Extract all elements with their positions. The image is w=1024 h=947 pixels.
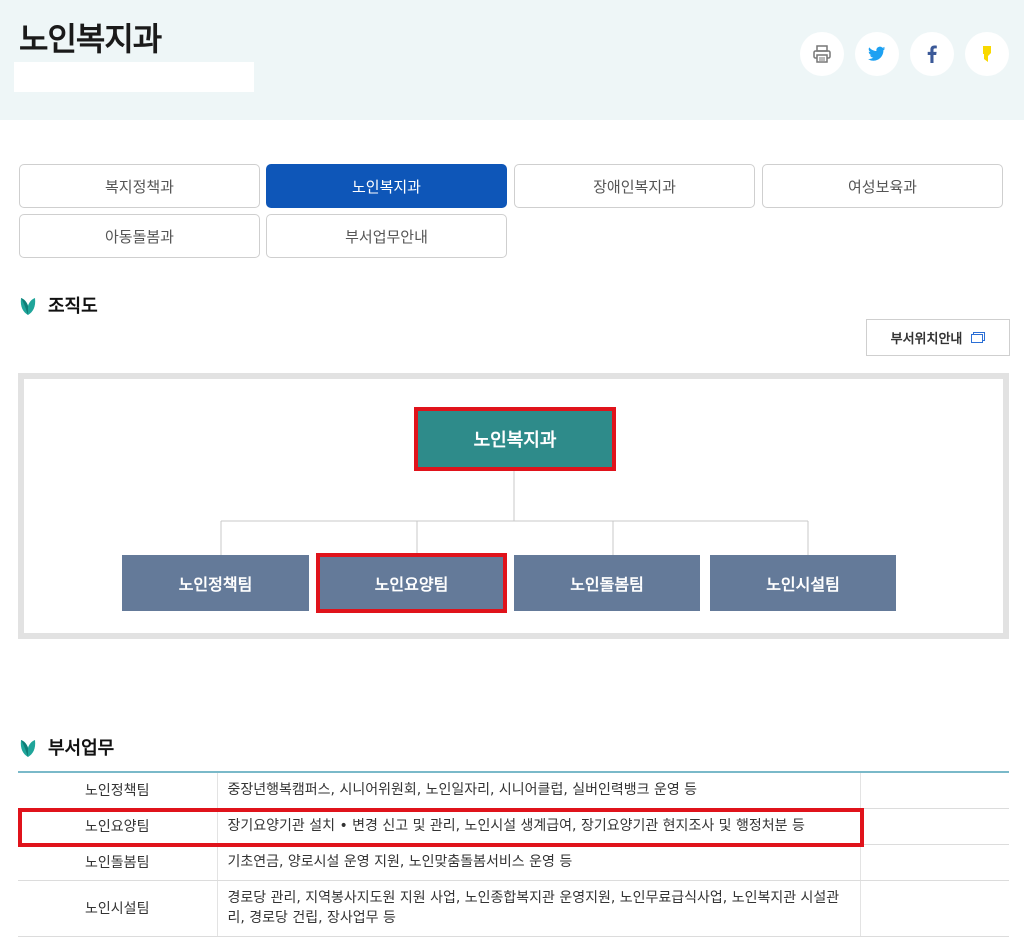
duty-cell: 경로당 관리, 지역봉사지도원 지원 사업, 노인종합복지관 운영지원, 노인무… — [217, 880, 861, 937]
empty-cell — [860, 772, 1009, 809]
table-row: 노인요양팀 장기요양기관 설치 • 변경 신고 및 관리, 노인시설 생계급여,… — [18, 808, 1009, 845]
page-title: 노인복지과 — [19, 20, 162, 58]
org-node-senior-facility: 노인시설팀 — [710, 555, 896, 611]
team-cell: 노인시설팀 — [18, 880, 218, 937]
tab-disability-welfare[interactable]: 장애인복지과 — [514, 164, 755, 208]
team-cell: 노인돌봄팀 — [18, 844, 218, 881]
twitter-share-button[interactable] — [855, 32, 899, 76]
print-icon — [813, 45, 831, 63]
table-row: 노인시설팀 경로당 관리, 지역봉사지도원 지원 사업, 노인종합복지관 운영지… — [18, 880, 1009, 937]
leaf-icon — [20, 740, 36, 757]
tab-child-care[interactable]: 아동돌봄과 — [19, 214, 260, 258]
tab-department-guide[interactable]: 부서업무안내 — [266, 214, 507, 258]
empty-cell — [860, 880, 1009, 937]
team-cell: 노인요양팀 — [18, 808, 218, 845]
empty-cell — [860, 808, 1009, 845]
duty-cell: 중장년행복캠퍼스, 시니어위원회, 노인일자리, 시니어클럽, 실버인력뱅크 운… — [217, 772, 861, 809]
org-section-heading: 조직도 — [20, 292, 98, 318]
department-location-button[interactable]: 부서위치안내 — [866, 319, 1010, 356]
duty-cell: 기초연금, 양로시설 운영 지원, 노인맞춤돌봄서비스 운영 등 — [217, 844, 861, 881]
facebook-icon — [927, 45, 937, 63]
team-cell: 노인정책팀 — [18, 772, 218, 809]
kakaostory-share-button[interactable] — [965, 32, 1009, 76]
table-row: 노인돌봄팀 기초연금, 양로시설 운영 지원, 노인맞춤돌봄서비스 운영 등 — [18, 844, 1009, 881]
duty-section-title: 부서업무 — [48, 738, 115, 759]
breadcrumb-placeholder — [14, 62, 254, 92]
facebook-share-button[interactable] — [910, 32, 954, 76]
org-node-root: 노인복지과 — [416, 409, 614, 469]
twitter-icon — [868, 46, 886, 61]
duty-table: 노인정책팀 중장년행복캠퍼스, 시니어위원회, 노인일자리, 시니어클럽, 실버… — [18, 771, 1009, 937]
leaf-icon — [20, 298, 36, 315]
org-node-senior-care: 노인요양팀 — [318, 555, 505, 611]
duty-cell: 장기요양기관 설치 • 변경 신고 및 관리, 노인시설 생계급여, 장기요양기… — [217, 808, 861, 845]
page-header: 노인복지과 — [0, 0, 1024, 120]
tab-senior-welfare[interactable]: 노인복지과 — [266, 164, 507, 208]
org-chart: 노인복지과 노인정책팀 노인요양팀 노인돌봄팀 노인시설팀 — [18, 373, 1009, 639]
empty-cell — [860, 844, 1009, 881]
location-button-label: 부서위치안내 — [890, 332, 963, 347]
duty-section-heading: 부서업무 — [20, 734, 114, 760]
tab-women-childcare[interactable]: 여성보육과 — [762, 164, 1003, 208]
org-node-senior-policy: 노인정책팀 — [122, 555, 309, 611]
org-node-senior-support: 노인돌봄팀 — [514, 555, 700, 611]
print-button[interactable] — [800, 32, 844, 76]
window-icon — [971, 332, 986, 343]
org-section-title: 조직도 — [48, 296, 98, 317]
tab-welfare-policy[interactable]: 복지정책과 — [19, 164, 260, 208]
kakaostory-icon — [983, 46, 991, 62]
table-row: 노인정책팀 중장년행복캠퍼스, 시니어위원회, 노인일자리, 시니어클럽, 실버… — [18, 772, 1009, 809]
